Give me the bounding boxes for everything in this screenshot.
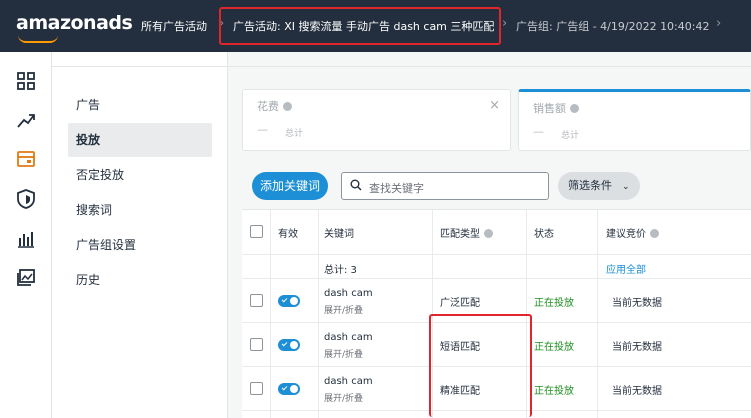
divider <box>228 66 751 67</box>
suggested-bid: 当前无数据 <box>612 342 662 353</box>
divider <box>52 66 228 67</box>
campaign-icon[interactable] <box>15 148 37 170</box>
top-bar: amazonads 所有广告活动 › 广告活动: XI 搜索流量 手动广告 da… <box>0 0 751 52</box>
breadcrumb-ad-group[interactable]: 广告组: 广告组 - 4/19/2022 10:40:42 <box>516 18 709 34</box>
column-header-match-type[interactable]: 匹配类型 <box>440 225 493 240</box>
keyword-expand-link[interactable]: 展开/折叠 <box>324 303 363 316</box>
select-all-checkbox[interactable] <box>250 225 263 238</box>
info-icon <box>484 229 493 238</box>
metric-label: 花费 <box>257 98 292 114</box>
row-checkbox[interactable] <box>250 338 263 351</box>
info-icon <box>283 102 292 111</box>
column-header-keyword[interactable]: 关键词 <box>324 225 354 240</box>
apply-all-link[interactable]: 应用全部 <box>606 261 646 276</box>
keyword-text: dash cam <box>324 376 373 387</box>
status-text: 正在投放 <box>534 298 574 309</box>
total-count: 总计: 3 <box>324 265 357 276</box>
keyword-text: dash cam <box>324 288 373 299</box>
metric-card-spend[interactable]: 花费 — 总计 × <box>242 89 511 151</box>
info-icon <box>650 229 659 238</box>
image-icon[interactable] <box>15 267 37 289</box>
dashboard-icon[interactable] <box>15 70 37 92</box>
sub-navigation: 广告 投放 否定投放 搜索词 广告组设置 历史 <box>52 52 228 418</box>
nav-item-negative-targeting[interactable]: 否定投放 <box>68 158 212 192</box>
metric-value: — <box>257 123 268 136</box>
close-icon[interactable]: × <box>489 98 500 113</box>
metric-sub-label: 总计 <box>561 131 580 141</box>
enable-toggle[interactable] <box>278 339 300 351</box>
nav-item-history[interactable]: 历史 <box>68 263 212 297</box>
metric-label: 销售额 <box>533 100 579 116</box>
metric-card-sales[interactable]: 销售额 — 总计 <box>518 89 751 151</box>
enable-toggle[interactable] <box>278 383 300 395</box>
search-placeholder: 查找关键字 <box>369 182 424 195</box>
chevron-right-icon: › <box>716 16 722 31</box>
keyword-expand-link[interactable]: 展开/折叠 <box>324 347 363 360</box>
suggested-bid: 当前无数据 <box>612 298 662 309</box>
campaign-highlight-box <box>219 7 501 45</box>
row-checkbox[interactable] <box>250 382 263 395</box>
nav-item-targeting[interactable]: 投放 <box>68 123 212 157</box>
filter-label: 筛选条件 <box>568 179 612 192</box>
row-checkbox[interactable] <box>250 294 263 307</box>
add-keyword-button[interactable]: 添加关键词 <box>252 172 328 200</box>
keyword-search-input[interactable]: 查找关键字 <box>341 172 549 200</box>
column-header-active: 有效 <box>278 229 298 240</box>
main-content: 花费 — 总计 × 销售额 — 总计 添加关键词 查找关键字 筛选条件 ⌄ 有效 <box>228 52 751 418</box>
bar-chart-icon[interactable] <box>15 228 37 250</box>
nav-item-ad-group-settings[interactable]: 广告组设置 <box>68 228 212 262</box>
metric-sub-label: 总计 <box>285 129 304 139</box>
keyword-expand-link[interactable]: 展开/折叠 <box>324 391 363 404</box>
column-header-status[interactable]: 状态 <box>534 225 554 240</box>
status-text: 正在投放 <box>534 386 574 397</box>
status-text: 正在投放 <box>534 342 574 353</box>
info-icon <box>570 104 579 113</box>
suggested-bid: 当前无数据 <box>612 386 662 397</box>
filter-button[interactable]: 筛选条件 ⌄ <box>558 172 640 200</box>
enable-toggle[interactable] <box>278 295 300 307</box>
chevron-right-icon: › <box>502 16 508 31</box>
column-header-suggested-bid[interactable]: 建议竞价 <box>606 225 659 240</box>
keyword-table: 有效 关键词 匹配类型 状态 建议竞价 总计: 3 应用全部 dash cam … <box>242 209 751 418</box>
breadcrumb-all-campaigns[interactable]: 所有广告活动 <box>141 18 207 34</box>
nav-item-search-terms[interactable]: 搜索词 <box>68 193 212 227</box>
keyword-text: dash cam <box>324 332 373 343</box>
logo-smile-icon <box>18 35 58 43</box>
search-icon <box>350 179 362 191</box>
icon-rail <box>0 52 52 418</box>
match-type-highlight-box <box>429 314 532 417</box>
metric-value: — <box>533 125 544 138</box>
chevron-down-icon: ⌄ <box>622 182 630 192</box>
amazon-ads-logo[interactable]: amazonads <box>16 12 133 34</box>
match-type: 广泛匹配 <box>440 298 480 309</box>
shield-icon[interactable] <box>15 188 37 210</box>
trend-icon[interactable] <box>15 110 37 132</box>
nav-item-ads[interactable]: 广告 <box>68 88 212 122</box>
